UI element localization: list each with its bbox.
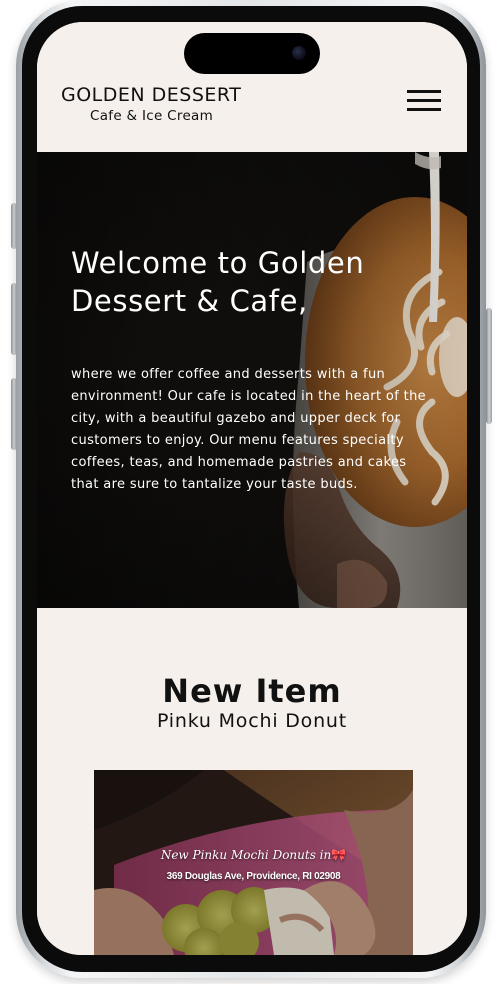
dynamic-island (184, 33, 320, 74)
hero-heading-line: Welcome to Golden (71, 246, 365, 280)
promo-caption-text: New Pinku Mochi Donuts in (160, 848, 332, 862)
hamburger-menu-icon[interactable] (405, 88, 443, 114)
hero-heading: Welcome to Golden Dessert & Cafe, (71, 244, 431, 320)
mochi-donut-photo (94, 770, 413, 955)
hero-heading-line: Dessert & Cafe, (71, 284, 308, 318)
menu-bar (407, 90, 441, 93)
promo-video[interactable]: New Pinku Mochi Donuts in🎀 369 Douglas A… (94, 770, 413, 955)
phone-screen: GOLDEN DESSERT Cafe & Ice Cream Welcome … (37, 22, 467, 955)
hero-section: Welcome to Golden Dessert & Cafe, where … (37, 152, 467, 608)
menu-bar (407, 108, 441, 111)
brand-title[interactable]: GOLDEN DESSERT (61, 84, 241, 106)
section-subtitle: Pinku Mochi Donut (156, 710, 348, 732)
brand-subtitle: Cafe & Ice Cream (90, 108, 214, 124)
power-button (486, 308, 492, 424)
front-camera-icon (292, 46, 306, 60)
new-item-section: New Item Pinku Mochi Donut New Pinku Moc… (37, 608, 467, 955)
canvas: GOLDEN DESSERT Cafe & Ice Cream Welcome … (0, 0, 502, 984)
promo-caption: New Pinku Mochi Donuts in🎀 (94, 848, 413, 862)
ribbon-bow-icon: 🎀 (331, 848, 347, 862)
section-title: New Item (162, 672, 342, 710)
hero-description: where we offer coffee and desserts with … (71, 367, 427, 492)
promo-address: 369 Douglas Ave, Providence, RI 02908 (166, 871, 341, 882)
menu-bar (407, 99, 441, 102)
